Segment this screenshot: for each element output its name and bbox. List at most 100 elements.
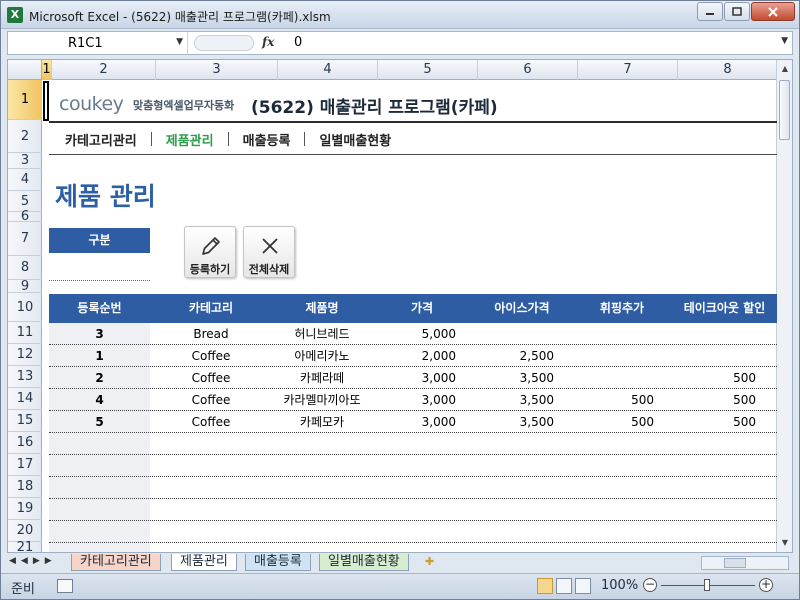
zoom-level[interactable]: 100%	[601, 578, 638, 593]
table-row[interactable]: 3 Bread 허니브레드 5,000	[49, 323, 777, 345]
row-header[interactable]: 10	[8, 293, 42, 322]
zoom-slider-thumb[interactable]	[704, 579, 710, 591]
formula-input[interactable]: 0	[294, 35, 302, 50]
worksheet-grid[interactable]: 1 2 3 4 5 6 7 8 1 2 3 4 5 6 7 8 9 10 11 …	[7, 59, 793, 553]
cell-price: 3,000	[421, 393, 456, 407]
column-header[interactable]: 1	[42, 60, 52, 80]
nav-category-management[interactable]: 카테고리관리	[65, 130, 151, 149]
nav-product-management[interactable]: 제품관리	[152, 130, 228, 149]
vertical-scrollbar[interactable]: ▲ ▼	[776, 60, 792, 552]
sheet-tab-daily-sales[interactable]: 일별매출현황	[319, 554, 409, 571]
table-row[interactable]: 1 Coffee 아메리카노 2,000 2,500	[49, 345, 777, 367]
table-row-empty[interactable]	[49, 521, 777, 543]
page-break-view-icon[interactable]	[575, 578, 591, 594]
sheet-tab-sales-entry[interactable]: 매출등록	[245, 554, 311, 571]
coukey-logo: coukey	[59, 93, 124, 115]
row-header[interactable]: 19	[8, 498, 42, 520]
row-header[interactable]: 15	[8, 410, 42, 432]
zoom-out-icon[interactable]: −	[643, 578, 657, 592]
function-area: fx	[190, 32, 282, 54]
register-button[interactable]: 등록하기	[184, 226, 236, 278]
column-header-product: 제품명	[305, 301, 339, 315]
scroll-thumb[interactable]	[779, 80, 790, 140]
column-header[interactable]: 6	[478, 60, 578, 80]
row-header[interactable]: 6	[8, 209, 42, 224]
macro-record-icon[interactable]	[57, 579, 73, 593]
table-row-empty[interactable]	[49, 433, 777, 455]
scroll-down-icon[interactable]: ▼	[777, 538, 792, 552]
sheet-nav-arrows-icon[interactable]: ◀◀▶▶	[9, 556, 57, 566]
cell-ice-price	[472, 323, 554, 345]
table-row-empty[interactable]	[49, 455, 777, 477]
row-header[interactable]: 16	[8, 432, 42, 454]
zoom-in-icon[interactable]: +	[759, 578, 773, 592]
sheet-tab-product[interactable]: 제품관리	[171, 554, 237, 571]
row-header[interactable]: 7	[8, 222, 42, 256]
cell-product: 카라멜마끼아또	[283, 393, 361, 407]
row-header[interactable]: 2	[8, 120, 42, 153]
filter-input[interactable]	[49, 259, 150, 281]
table-row[interactable]: 2 Coffee 카페라떼 3,000 3,500 500	[49, 367, 777, 389]
sheet-tab-category[interactable]: 카테고리관리	[71, 554, 161, 571]
column-header-category: 카테고리	[188, 301, 234, 315]
row-header[interactable]: 17	[8, 454, 42, 476]
row-header[interactable]: 21	[8, 540, 42, 552]
column-header[interactable]: 2	[52, 60, 156, 80]
row-header[interactable]: 14	[8, 388, 42, 410]
table-row[interactable]: 5 Coffee 카페모카 3,000 3,500 500 500	[49, 411, 777, 433]
column-header[interactable]: 7	[578, 60, 678, 80]
cell-price: 2,000	[421, 349, 456, 363]
table-row-empty[interactable]	[49, 499, 777, 521]
table-row[interactable]: 4 Coffee 카라멜마끼아또 3,000 3,500 500 500	[49, 389, 777, 411]
table-row-empty[interactable]	[49, 543, 777, 552]
row-header[interactable]: 4	[8, 169, 42, 191]
cell-product: 허니브레드	[294, 327, 350, 341]
row-header[interactable]: 18	[8, 476, 42, 498]
excel-window: X Microsoft Excel - (5622) 매출관리 프로그램(카페)…	[0, 0, 800, 600]
close-button[interactable]	[751, 2, 795, 21]
minimize-button[interactable]	[697, 2, 723, 21]
cell-category: Coffee	[191, 349, 231, 363]
horizontal-scroll-thumb[interactable]	[724, 558, 746, 568]
normal-view-icon[interactable]	[537, 578, 553, 594]
expand-formula-icon[interactable]: ▼	[781, 36, 788, 46]
row-header[interactable]: 12	[8, 344, 42, 366]
restore-button[interactable]	[724, 2, 750, 21]
row-header[interactable]: 8	[8, 256, 42, 280]
row-header[interactable]: 1	[8, 80, 42, 120]
cell-index: 1	[95, 349, 104, 363]
row-header[interactable]: 11	[8, 322, 42, 344]
page-title: 제품 관리	[55, 182, 156, 211]
name-box[interactable]: R1C1 ▼	[8, 32, 188, 54]
cell-product: 카페모카	[299, 415, 345, 429]
table-header: 등록순번 카테고리 제품명 가격 아이스가격 휘핑추가 테이크아웃 할인	[49, 294, 777, 323]
insert-function-icon[interactable]: fx	[262, 35, 274, 49]
name-box-value: R1C1	[68, 36, 103, 51]
insert-sheet-icon[interactable]: ✚	[425, 555, 434, 568]
chevron-down-icon[interactable]: ▼	[176, 37, 183, 47]
sheet-tab-bar: ◀◀▶▶ 카테고리관리 제품관리 매출등록 일별매출현황 ✚	[7, 554, 793, 572]
minimize-icon	[706, 12, 714, 15]
restore-icon	[732, 6, 742, 16]
active-cell-cursor[interactable]	[43, 81, 49, 121]
row-header[interactable]: 3	[8, 153, 42, 169]
excel-icon[interactable]: X	[7, 7, 23, 23]
column-header[interactable]: 3	[156, 60, 278, 80]
scroll-up-icon[interactable]: ▲	[777, 64, 792, 78]
cell-ice-price: 3,500	[519, 415, 554, 429]
row-header[interactable]: 13	[8, 366, 42, 388]
nav-sales-entry[interactable]: 매출등록	[229, 130, 305, 149]
column-header[interactable]: 4	[278, 60, 378, 80]
row-header[interactable]: 9	[8, 279, 42, 294]
horizontal-scrollbar[interactable]	[701, 556, 789, 570]
select-all-corner[interactable]	[8, 60, 42, 80]
cell-index: 5	[95, 415, 104, 429]
nav-daily-sales[interactable]: 일별매출현황	[305, 130, 405, 149]
cell-whipping	[572, 367, 654, 389]
column-header[interactable]: 5	[378, 60, 478, 80]
delete-all-button[interactable]: 전체삭제	[243, 226, 295, 278]
table-row-empty[interactable]	[49, 477, 777, 499]
column-header[interactable]: 8	[678, 60, 778, 80]
row-header[interactable]: 20	[8, 520, 42, 542]
page-layout-view-icon[interactable]	[556, 578, 572, 594]
